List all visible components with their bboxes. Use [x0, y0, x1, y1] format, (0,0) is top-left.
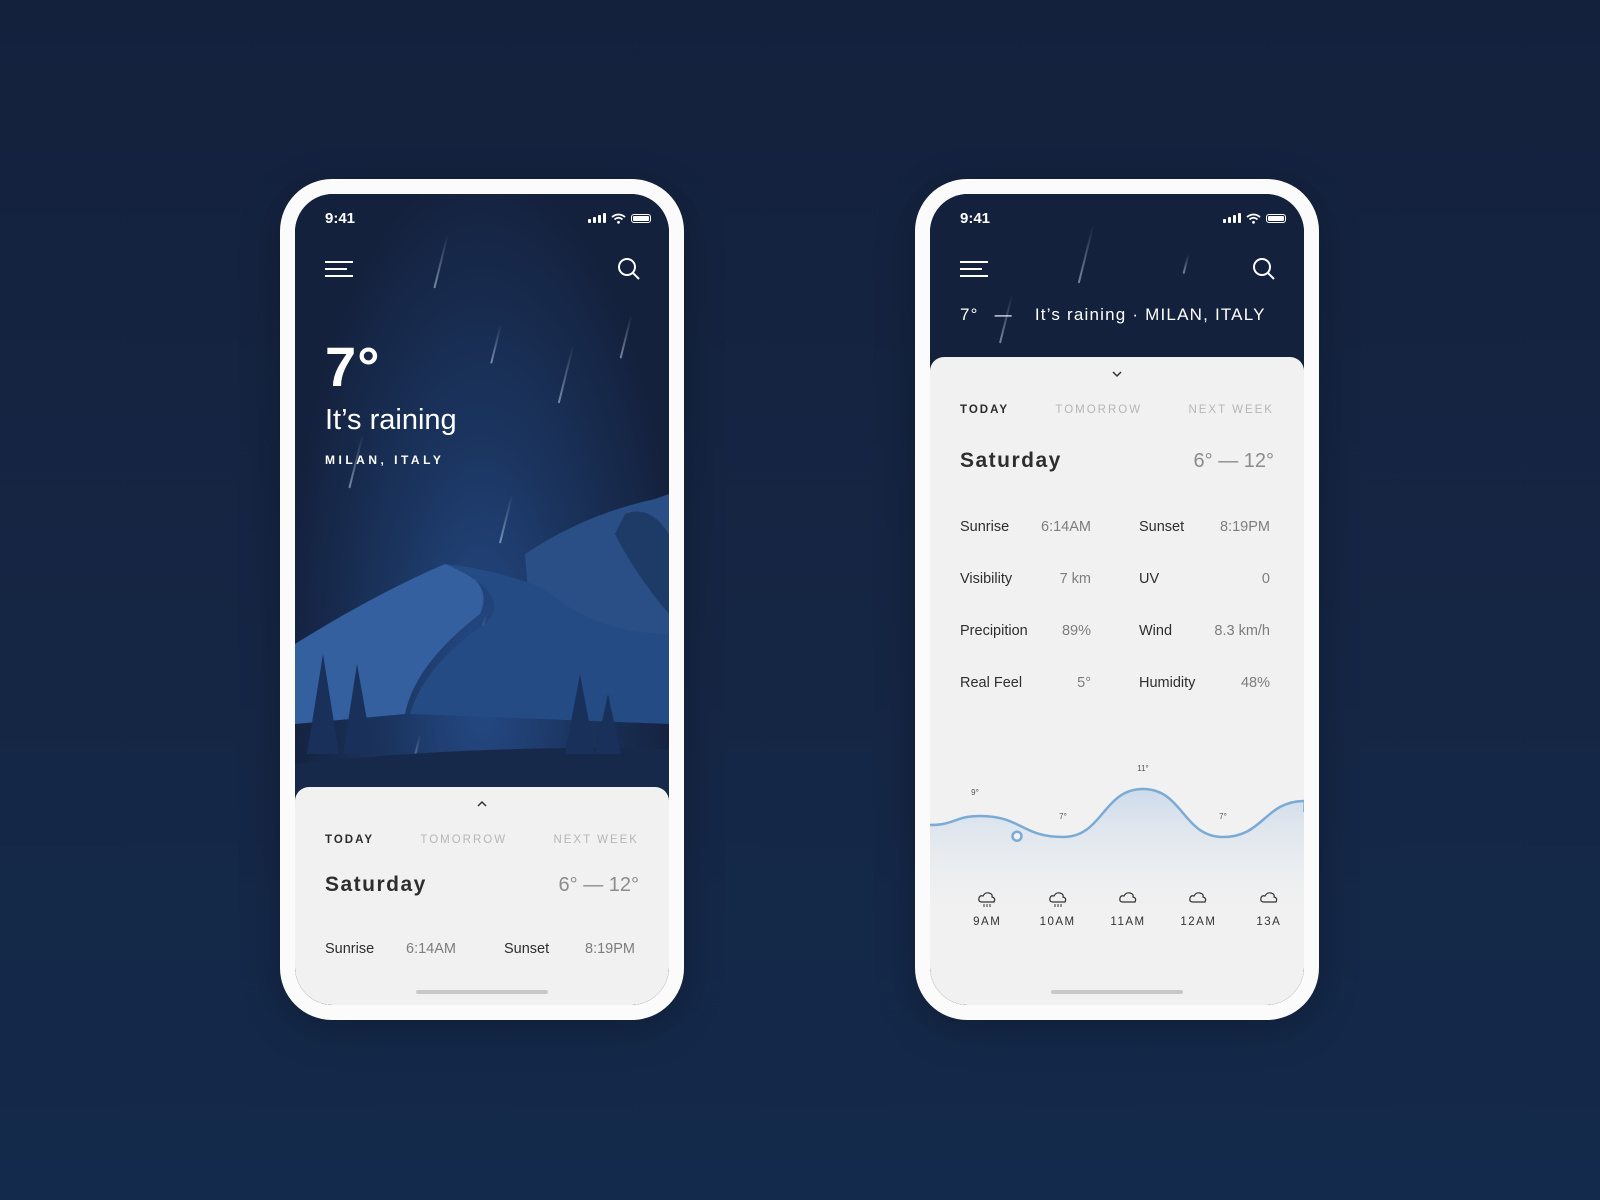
- phone-mockup-details: 9:41 7° — It’s raining · MILAN, ITALY TO…: [915, 179, 1319, 1020]
- day-tabs: TODAY TOMORROW NEXT WEEK: [960, 404, 1274, 416]
- chevron-up-icon[interactable]: [475, 799, 489, 809]
- hourly-item[interactable]: 10AM: [1022, 890, 1092, 928]
- wifi-icon: [611, 213, 626, 224]
- detail-value: 6:14AM: [1041, 519, 1091, 535]
- temperature-range: 6° — 12°: [558, 874, 639, 896]
- hourly-time: 10AM: [1039, 916, 1076, 928]
- detail-value: 8.3 km/h: [1214, 623, 1270, 639]
- details-row: Precipition 89% Wind 8.3 km/h: [960, 605, 1274, 657]
- detail-label: Visibility: [960, 571, 1013, 587]
- cloud-icon: [1260, 892, 1278, 903]
- phone-mockup-expanded: 9:41 7° It’s raining MILAN, ITALY TODAY …: [280, 179, 684, 1020]
- detail-label: Real Feel: [960, 675, 1023, 691]
- hourly-time: 12AM: [1180, 916, 1217, 928]
- hourly-item[interactable]: 12AM: [1163, 890, 1233, 928]
- search-icon[interactable]: [1252, 257, 1276, 281]
- hourly-item[interactable]: 9AM: [952, 890, 1022, 928]
- day-name: Saturday: [960, 449, 1062, 472]
- details-grid: Sunrise 6:14AM Sunset 8:19PM: [325, 923, 639, 975]
- hourly-time: 9AM: [973, 916, 1002, 928]
- location-label: MILAN, ITALY: [325, 453, 445, 467]
- hourly-item[interactable]: 13A: [1234, 890, 1304, 928]
- detail-label: Precipition: [960, 623, 1028, 639]
- chevron-down-icon[interactable]: [1110, 369, 1124, 379]
- detail-value: 6:14AM: [406, 941, 456, 957]
- detail-value: 48%: [1240, 675, 1270, 691]
- selected-point-marker: [1011, 830, 1023, 842]
- tab-next-week[interactable]: NEXT WEEK: [553, 834, 639, 846]
- menu-icon[interactable]: [325, 259, 353, 279]
- battery-icon: [1266, 213, 1286, 223]
- rain-cloud-icon: [978, 892, 996, 907]
- current-temperature: 7°: [325, 335, 381, 398]
- detail-label: Humidity: [1139, 675, 1196, 691]
- chart-point-label: 11°: [1137, 764, 1149, 773]
- details-row: Sunrise 6:14AM Sunset 8:19PM: [325, 923, 639, 975]
- hourly-temperature-chart[interactable]: 9°7°11°7°10: [930, 742, 1304, 912]
- day-tabs: TODAY TOMORROW NEXT WEEK: [325, 834, 639, 846]
- detail-label: Sunset: [504, 941, 550, 957]
- signal-icon: [1223, 213, 1241, 223]
- detail-value: 8:19PM: [1220, 519, 1270, 535]
- forecast-sheet[interactable]: TODAY TOMORROW NEXT WEEK Saturday 6° — 1…: [295, 787, 669, 1005]
- compact-summary: It’s raining · MILAN, ITALY: [1034, 305, 1266, 324]
- chart-point-label: 9°: [971, 788, 979, 797]
- day-name: Saturday: [325, 873, 427, 896]
- menu-icon[interactable]: [960, 259, 988, 279]
- detail-value: 8:19PM: [585, 941, 635, 957]
- detail-value: 5°: [1077, 675, 1091, 691]
- temperature-range: 6° — 12°: [1193, 450, 1274, 472]
- tab-next-week[interactable]: NEXT WEEK: [1188, 404, 1274, 416]
- chart-point-label: 7°: [1219, 812, 1227, 821]
- search-icon[interactable]: [617, 257, 641, 281]
- detail-label: Wind: [1139, 623, 1173, 639]
- rain-cloud-icon: [1048, 892, 1066, 907]
- details-grid: Sunrise 6:14AM Sunset 8:19PM Visibility 7 k…: [960, 501, 1274, 709]
- signal-icon: [588, 213, 606, 223]
- weather-condition: It’s raining: [325, 404, 457, 436]
- phone-screen: 9:41 7° It’s raining MILAN, ITALY TODAY …: [295, 194, 669, 1005]
- status-bar: 9:41: [325, 208, 651, 228]
- detail-label: UV: [1139, 571, 1160, 587]
- status-bar: 9:41: [960, 208, 1286, 228]
- details-row: Visibility 7 km UV 0: [960, 553, 1274, 605]
- detail-label: Sunrise: [325, 941, 375, 957]
- tab-today[interactable]: TODAY: [325, 834, 374, 846]
- detail-label: Sunrise: [960, 519, 1010, 535]
- detail-value: 89%: [1061, 623, 1091, 639]
- compact-dash: —: [994, 305, 1013, 324]
- battery-icon: [631, 213, 651, 223]
- status-time: 9:41: [960, 209, 991, 227]
- compact-temperature: 7°: [960, 305, 979, 324]
- compact-weather-header: 7° — It’s raining · MILAN, ITALY: [960, 305, 1276, 325]
- hourly-item[interactable]: 11AM: [1093, 890, 1163, 928]
- detail-value: 0: [1261, 571, 1270, 587]
- chart-point-label: 7°: [1059, 812, 1067, 821]
- hourly-time: 11AM: [1110, 916, 1146, 928]
- tab-today[interactable]: TODAY: [960, 404, 1009, 416]
- cloud-icon: [1119, 892, 1137, 903]
- hourly-forecast-row: 9AM 10AM 11AM 12AM 13A: [952, 890, 1304, 928]
- hourly-time: 13A: [1256, 916, 1282, 928]
- forecast-sheet[interactable]: TODAY TOMORROW NEXT WEEK Saturday 6° — 1…: [930, 357, 1304, 1005]
- cloud-icon: [1189, 892, 1207, 903]
- tab-tomorrow[interactable]: TOMORROW: [420, 834, 507, 846]
- detail-label: Sunset: [1139, 519, 1185, 535]
- tab-tomorrow[interactable]: TOMORROW: [1055, 404, 1142, 416]
- details-row: Real Feel 5° Humidity 48%: [960, 657, 1274, 709]
- mountain-landscape-illustration: [295, 494, 669, 794]
- phone-screen: 9:41 7° — It’s raining · MILAN, ITALY TO…: [930, 194, 1304, 1005]
- details-row: Sunrise 6:14AM Sunset 8:19PM: [960, 501, 1274, 553]
- home-indicator[interactable]: [416, 990, 548, 994]
- wifi-icon: [1246, 213, 1261, 224]
- status-time: 9:41: [325, 209, 356, 227]
- home-indicator[interactable]: [1051, 990, 1183, 994]
- detail-value: 7 km: [1059, 571, 1091, 587]
